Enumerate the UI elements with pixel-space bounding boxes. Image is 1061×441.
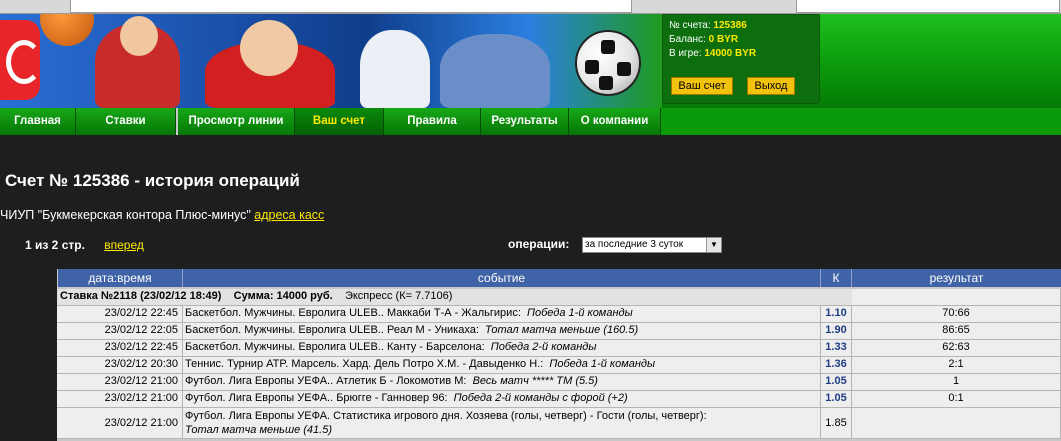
account-panel: № счета: 125386 Баланс: 0 BYR В игре: 14… — [662, 14, 820, 104]
row-datetime: 23/02/12 22:45 — [57, 340, 183, 357]
bet-sum: Сумма: 14000 руб. — [233, 290, 333, 302]
row-datetime: 23/02/12 20:30 — [57, 357, 183, 374]
soccer-player-image — [440, 34, 550, 108]
account-number-label: № счета: — [669, 20, 711, 31]
site-logo[interactable] — [0, 20, 42, 100]
row-coefficient: 1.10 — [821, 306, 852, 323]
row-result: 1 — [852, 374, 1061, 391]
page-counter: 1 из 2 стр. — [25, 238, 85, 252]
row-coefficient: 1.33 — [821, 340, 852, 357]
row-coefficient: 1.85 — [821, 408, 852, 439]
row-result — [852, 408, 1061, 439]
nav-item-results[interactable]: Результаты — [481, 108, 569, 135]
in-game-label: В игре: — [669, 48, 702, 59]
bet-summary: Ставка №2118 (23/02/12 18:49) Сумма: 140… — [57, 289, 852, 306]
row-coefficient: 1.36 — [821, 357, 852, 374]
bet-title: Ставка №2118 (23/02/12 18:49) — [60, 290, 222, 302]
row-result: 86:65 — [852, 323, 1061, 340]
header-datetime: дата:время — [58, 269, 183, 287]
nav-item-my-account[interactable]: Ваш счет — [295, 108, 384, 135]
nav-item-home[interactable]: Главная — [0, 108, 76, 135]
row-event: Футбол. Лига Европы УЕФА.. Брюгге - Ганн… — [183, 391, 821, 408]
company-name: ЧИУП "Букмекерская контора Плюс-минус" — [0, 208, 251, 222]
table-row: 23/02/12 22:45 Баскетбол. Мужчины. Еврол… — [57, 340, 1061, 357]
header-result: результат — [852, 269, 1061, 287]
row-event: Теннис. Турнир ATP. Марсель. Хард. Дель … — [183, 357, 821, 374]
header-coefficient: К — [821, 269, 852, 287]
pager: 1 из 2 стр. вперед — [25, 238, 144, 252]
row-result: 2:1 — [852, 357, 1061, 374]
account-number-row: № счета: 125386 — [669, 20, 747, 31]
row-result: 70:66 — [852, 306, 1061, 323]
chevron-down-icon[interactable]: ▼ — [706, 238, 721, 252]
page-title: Счет № 125386 - история операций — [5, 171, 300, 190]
row-datetime: 23/02/12 22:05 — [57, 323, 183, 340]
nav-item-about[interactable]: О компании — [569, 108, 661, 135]
row-datetime: 23/02/12 21:00 — [57, 374, 183, 391]
row-datetime: 23/02/12 21:00 — [57, 391, 183, 408]
operations-table: дата:время событие К результат Ставка №2… — [57, 269, 1061, 441]
operations-period-select[interactable]: за последние 3 суток ▼ — [582, 237, 722, 253]
bet-summary-result — [852, 289, 1061, 306]
football-player-image — [360, 30, 430, 108]
company-line: ЧИУП "Букмекерская контора Плюс-минус" а… — [0, 208, 324, 222]
nav-item-rules[interactable]: Правила — [384, 108, 481, 135]
logout-button[interactable]: Выход — [747, 77, 795, 95]
table-row: 23/02/12 21:00 Футбол. Лига Европы УЕФА.… — [57, 374, 1061, 391]
table-row: 23/02/12 22:05 Баскетбол. Мужчины. Еврол… — [57, 323, 1061, 340]
offices-link[interactable]: адреса касс — [254, 208, 324, 222]
row-datetime: 23/02/12 21:00 — [57, 408, 183, 439]
in-game-row: В игре: 14000 BYR — [669, 48, 756, 59]
address-bar[interactable] — [70, 0, 632, 13]
bet-summary-row: Ставка №2118 (23/02/12 18:49) Сумма: 140… — [57, 289, 1061, 306]
row-event: Баскетбол. Мужчины. Евролига ULEB.. Макк… — [183, 306, 821, 323]
header-event: событие — [183, 269, 821, 287]
browser-toolbar — [0, 0, 1061, 14]
table-row: 23/02/12 20:30 Теннис. Турнир ATP. Марсе… — [57, 357, 1061, 374]
sports-photo-collage — [0, 14, 662, 108]
balance-label: Баланс: — [669, 34, 706, 45]
row-coefficient: 1.05 — [821, 374, 852, 391]
row-coefficient: 1.90 — [821, 323, 852, 340]
row-result: 0:1 — [852, 391, 1061, 408]
row-coefficient: 1.05 — [821, 391, 852, 408]
basketball-player-head — [120, 16, 158, 56]
table-row: 23/02/12 21:00 Футбол. Лига Европы УЕФА.… — [57, 391, 1061, 408]
my-account-button[interactable]: Ваш счет — [671, 77, 733, 95]
nav-item-bets[interactable]: Ставки — [76, 108, 176, 135]
table-row: 23/02/12 21:00 Футбол. Лига Европы УЕФА.… — [57, 408, 1061, 439]
balance-value: 0 BYR — [708, 34, 739, 45]
operations-period-value: за последние 3 суток — [585, 239, 684, 250]
row-event: Футбол. Лига Европы УЕФА.. Атлетик Б - Л… — [183, 374, 821, 391]
row-event: Баскетбол. Мужчины. Евролига ULEB.. Реал… — [183, 323, 821, 340]
account-number: 125386 — [713, 20, 747, 31]
soccer-ball-icon — [575, 30, 641, 96]
main-nav: Главная Ставки Просмотр линии Ваш счет П… — [0, 108, 1061, 135]
basketball-image — [40, 14, 94, 46]
in-game-value: 14000 BYR — [704, 48, 757, 59]
row-event: Баскетбол. Мужчины. Евролига ULEB.. Кант… — [183, 340, 821, 357]
browser-search-field[interactable] — [796, 0, 1060, 13]
nav-item-line-view[interactable]: Просмотр линии — [176, 108, 295, 135]
bet-type: Экспресс (К= 7.7106) — [344, 290, 453, 302]
row-datetime: 23/02/12 22:45 — [57, 306, 183, 323]
table-row: 23/02/12 22:45 Баскетбол. Мужчины. Еврол… — [57, 306, 1061, 323]
row-result: 62:63 — [852, 340, 1061, 357]
hockey-player-head — [240, 20, 298, 76]
balance-row: Баланс: 0 BYR — [669, 34, 738, 45]
header-banner — [0, 14, 1061, 108]
row-event: Футбол. Лига Европы УЕФА. Статистика игр… — [183, 408, 821, 439]
operations-label: операции: — [508, 237, 570, 251]
next-page-link[interactable]: вперед — [104, 238, 144, 252]
